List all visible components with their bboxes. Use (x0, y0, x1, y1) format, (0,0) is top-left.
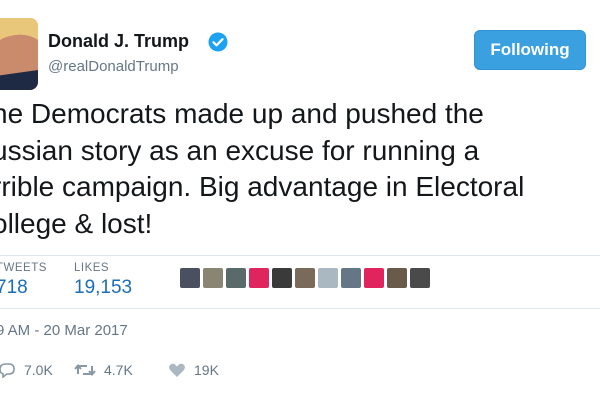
liker-avatar-1[interactable] (180, 268, 200, 288)
liker-avatar-10[interactable] (387, 268, 407, 288)
divider (0, 255, 600, 256)
like-count: 19K (194, 362, 219, 378)
retweets-count[interactable]: 718 (0, 277, 28, 299)
reply-count: 7.0K (24, 362, 53, 378)
heart-icon[interactable] (168, 362, 186, 378)
tweet-line: he Democrats made up and pushed the (0, 98, 484, 129)
retweet-count: 4.7K (104, 362, 133, 378)
tweet-line: ollege & lost! (0, 207, 153, 239)
following-button[interactable]: Following (474, 30, 586, 70)
liker-avatar-7[interactable] (318, 268, 338, 288)
divider (0, 308, 600, 309)
liker-avatars (180, 268, 430, 296)
retweet-icon[interactable] (74, 362, 96, 378)
reply-icon[interactable] (0, 362, 16, 378)
liker-avatar-11[interactable] (410, 268, 430, 288)
reply-action[interactable]: 7.0K (0, 362, 53, 378)
display-name[interactable]: Donald J. Trump (48, 31, 189, 52)
likes-count[interactable]: 19,153 (74, 277, 132, 299)
liker-avatar-3[interactable] (226, 268, 246, 288)
tweet-line: ussian story as an excuse for running a (0, 134, 480, 166)
avatar[interactable] (0, 18, 38, 90)
likes-label: LIKES (74, 262, 110, 274)
like-action[interactable]: 19K (168, 362, 219, 378)
retweets-label: TWEETS (0, 262, 47, 274)
tweet-line: rrible campaign. Big advantage in Electo… (0, 171, 525, 202)
liker-avatar-6[interactable] (295, 268, 315, 288)
retweet-action[interactable]: 4.7K (74, 362, 133, 378)
liker-avatar-9[interactable] (364, 268, 384, 288)
liker-avatar-4[interactable] (249, 268, 269, 288)
liker-avatar-5[interactable] (272, 268, 292, 288)
tweet-timestamp[interactable]: 9 AM - 20 Mar 2017 (0, 322, 128, 339)
tweet-text: he Democrats made up and pushed the ussi… (0, 96, 592, 242)
liker-avatar-8[interactable] (341, 268, 361, 288)
liker-avatar-2[interactable] (203, 268, 223, 288)
user-handle[interactable]: @realDonaldTrump (48, 58, 179, 75)
verified-badge-icon (208, 32, 228, 52)
